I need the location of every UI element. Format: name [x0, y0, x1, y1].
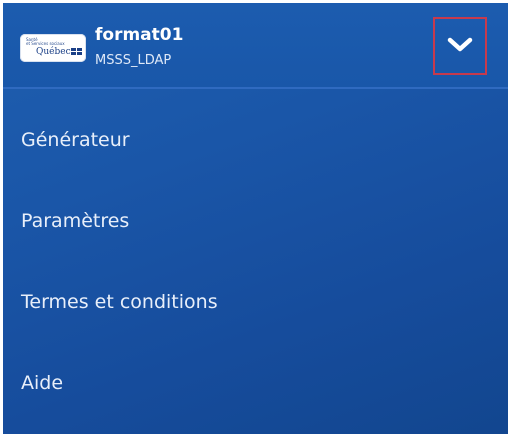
flag-quadrant [77, 52, 82, 55]
menu-item-label: Aide [21, 372, 64, 394]
quebec-logo: Santé et Services sociaux Québec [20, 34, 86, 62]
logo-fine-line-2: et Services sociaux [26, 41, 65, 46]
account-title: format01 [95, 25, 184, 45]
chevron-down-icon [447, 37, 473, 52]
account-header: Santé et Services sociaux Québec format0… [3, 3, 508, 89]
flag-quadrant [71, 52, 76, 55]
flag-quadrant [77, 48, 82, 51]
menu-item-label: Paramètres [21, 210, 130, 232]
menu-item-termes-et-conditions[interactable]: Termes et conditions [3, 273, 508, 335]
menu-item-label: Termes et conditions [21, 291, 218, 313]
flag-quadrant [71, 48, 76, 51]
menu-item-parametres[interactable]: Paramètres [3, 192, 508, 254]
navigation-drawer: Santé et Services sociaux Québec format0… [3, 3, 508, 434]
menu-item-label: Générateur [21, 129, 130, 151]
logo-wordmark: Québec [36, 47, 71, 57]
logo-fine-print: Santé et Services sociaux [26, 38, 65, 46]
account-subtitle: MSSS_LDAP [95, 53, 172, 68]
menu-item-generateur[interactable]: Générateur [3, 111, 508, 173]
account-dropdown-button[interactable] [433, 17, 487, 75]
app-window: Santé et Services sociaux Québec format0… [0, 0, 511, 437]
fleur-de-lis-flag-icon [71, 48, 82, 56]
menu-item-aide[interactable]: Aide [3, 354, 508, 416]
